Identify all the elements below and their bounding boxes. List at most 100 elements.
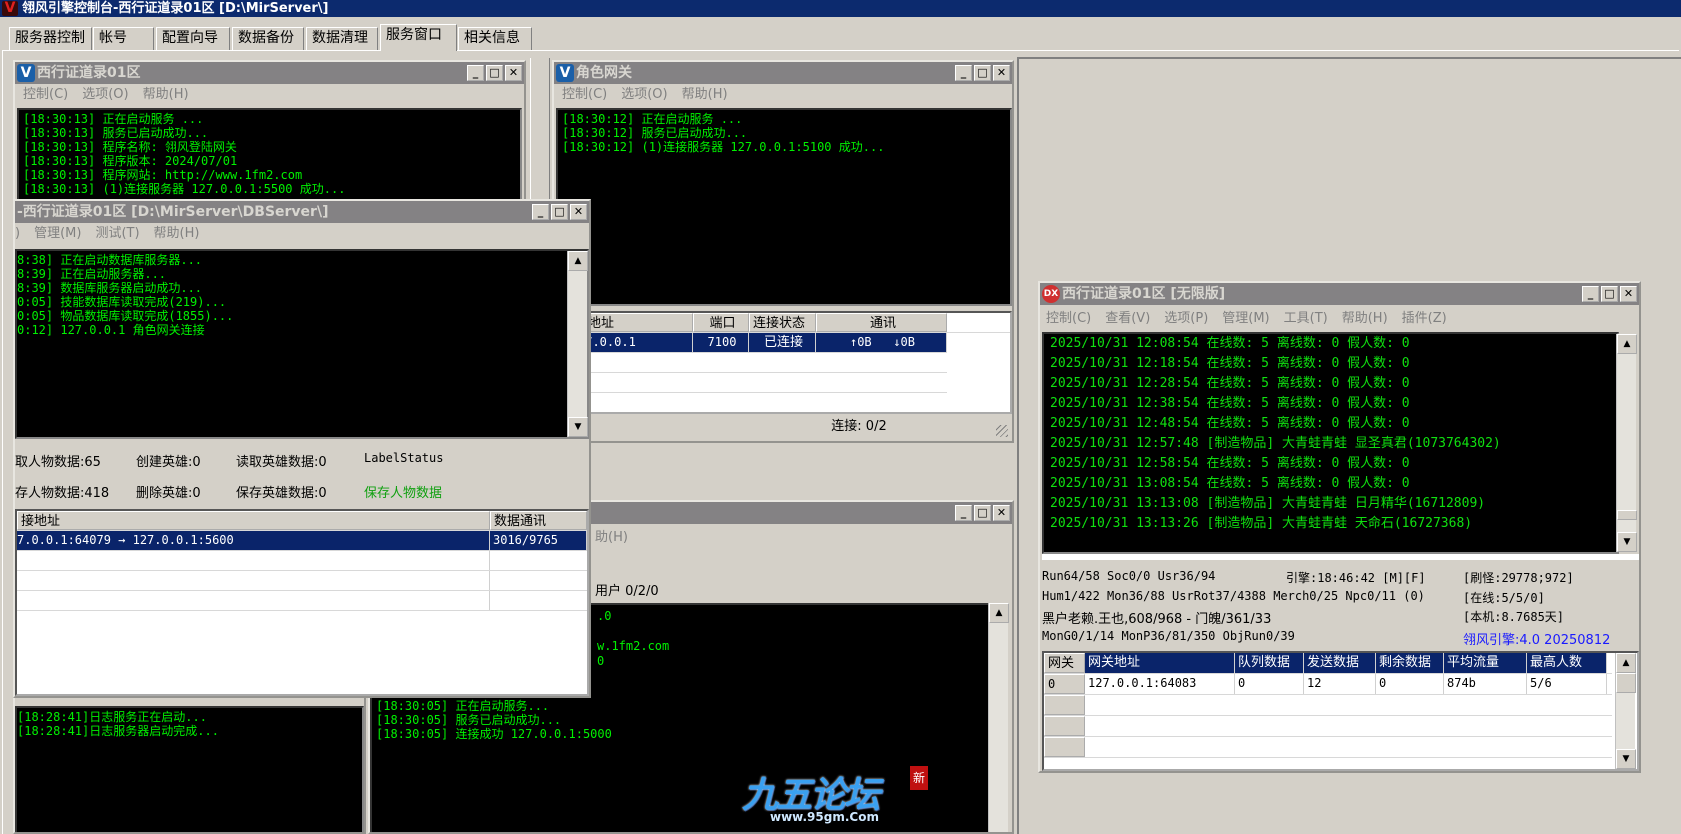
col-comm[interactable]: 通讯 xyxy=(816,313,947,332)
table-row[interactable] xyxy=(558,393,947,412)
tab-related-info[interactable]: 相关信息 xyxy=(458,27,532,50)
gateway-grid: 网关 网关地址 队列数据 发送数据 剩余数据 平均流量 最高人数 0 127.0… xyxy=(1042,651,1639,771)
scrollbar[interactable]: ▲ xyxy=(988,603,1009,832)
close-button[interactable]: ✕ xyxy=(505,65,522,81)
menu-item[interactable]: 查看(V) xyxy=(1105,311,1150,326)
menu-item[interactable]: 工具(T) xyxy=(1284,311,1328,326)
scroll-thumb[interactable] xyxy=(1616,673,1636,693)
log-line: 8:38] 正在启动数据库服务器... xyxy=(17,253,203,267)
col-send-data[interactable]: 发送数据 xyxy=(1304,653,1376,673)
save-chars-link[interactable]: 保存人物数据 xyxy=(364,482,442,501)
menu-item[interactable]: 控制(C) xyxy=(23,87,68,102)
table-row[interactable] xyxy=(1044,716,1612,737)
log-line: 8:39] 数据库服务器启动成功... xyxy=(17,281,203,295)
col-avg-traffic[interactable]: 平均流量 xyxy=(1444,653,1527,673)
table-row[interactable] xyxy=(1044,737,1612,758)
log-line: [18:30:13] 服务已启动成功... xyxy=(23,126,209,140)
close-button[interactable]: ✕ xyxy=(993,65,1010,81)
table-row[interactable]: 27.0.0.1 7100 已连接 ↑0B ↓0B xyxy=(558,333,947,353)
col-gateway[interactable]: 网关 xyxy=(1044,653,1085,673)
v-logo-icon: V xyxy=(17,64,35,82)
col-connection-state[interactable]: 连接状态 xyxy=(749,313,816,332)
menu-item[interactable]: 控制(C) xyxy=(1046,311,1091,326)
tab-server-control[interactable]: 服务器控制 xyxy=(9,27,92,50)
scroll-up-button[interactable]: ▲ xyxy=(989,603,1009,623)
menu-item-help[interactable]: 助(H) xyxy=(595,527,1012,549)
minimize-button[interactable]: _ xyxy=(955,65,972,81)
menu-item[interactable]: 插件(Z) xyxy=(1402,311,1447,326)
log-output: [18:30:13] 正在启动服务 ... [18:30:13] 服务已启动成功.… xyxy=(17,108,522,208)
window-title-bar[interactable]: V 角色网关 _ □ ✕ xyxy=(554,62,1012,84)
menu-item[interactable]: 选项(P) xyxy=(1164,311,1208,326)
minimize-button[interactable]: _ xyxy=(955,505,972,521)
menu-item[interactable]: 选项(O) xyxy=(621,87,667,102)
close-button[interactable]: ✕ xyxy=(570,204,587,220)
col-gateway-address[interactable]: 网关地址 xyxy=(1085,653,1235,673)
cell-remaining: 0 xyxy=(1376,674,1444,694)
scroll-up-button[interactable]: ▲ xyxy=(1616,653,1636,673)
watermark-url: www.95gm.Com xyxy=(770,810,879,824)
scroll-thumb[interactable] xyxy=(1617,510,1637,520)
table-row[interactable]: 0 127.0.0.1:64083 0 12 0 874b 5/6 xyxy=(1044,674,1612,695)
maximize-button[interactable]: □ xyxy=(551,204,568,220)
scrollbar[interactable]: ▲ ▼ xyxy=(1616,334,1637,552)
tab-data-backup[interactable]: 数据备份 xyxy=(232,27,304,50)
engine-version: 翎风引擎:4.0 20250812 xyxy=(1463,633,1611,648)
menu-item[interactable]: 测试(T) xyxy=(95,226,139,241)
table-row[interactable] xyxy=(558,373,947,393)
tab-service-window[interactable]: 服务窗口 xyxy=(380,24,457,51)
connection-list: 接地址 数据通讯 7.0.0.1:64079 → 127.0.0.1:5600 … xyxy=(15,509,589,696)
menu-item[interactable]: ) xyxy=(15,226,20,241)
tab-data-clean[interactable]: 数据清理 xyxy=(306,27,378,50)
col-address[interactable]: 接地址 xyxy=(17,511,490,530)
scrollbar[interactable]: ▲ ▼ xyxy=(1615,653,1636,769)
minimize-button[interactable]: _ xyxy=(532,204,549,220)
maximize-button[interactable]: □ xyxy=(974,505,991,521)
maximize-button[interactable]: □ xyxy=(1601,286,1618,302)
close-button[interactable]: ✕ xyxy=(993,505,1010,521)
table-row[interactable] xyxy=(558,353,947,373)
menu-item[interactable]: 控制(C) xyxy=(562,87,607,102)
col-port[interactable]: 端口 xyxy=(693,313,749,332)
minimize-button[interactable]: _ xyxy=(467,65,484,81)
col-data-comm[interactable]: 数据通讯 xyxy=(490,511,587,530)
table-row[interactable] xyxy=(17,571,587,591)
scroll-down-button[interactable]: ▼ xyxy=(568,417,588,437)
menu-item[interactable]: 帮助(H) xyxy=(682,87,728,102)
save-chars-count: 存人物数据:418 xyxy=(15,486,110,501)
col-max-users[interactable]: 最高人数 xyxy=(1527,653,1607,673)
window-title-bar[interactable]: V 西行证道录01区 _ □ ✕ xyxy=(15,62,524,84)
scroll-down-button[interactable]: ▼ xyxy=(1617,532,1637,552)
window-title: 角色网关 xyxy=(576,65,632,81)
table-row[interactable] xyxy=(1044,695,1612,716)
col-queue-data[interactable]: 队列数据 xyxy=(1235,653,1304,673)
menu-item[interactable]: 管理(M) xyxy=(34,226,81,241)
menu-item[interactable]: 帮助(H) xyxy=(1342,311,1388,326)
tab-config-wizard[interactable]: 配置向导 xyxy=(156,27,230,50)
col-remaining-data[interactable]: 剩余数据 xyxy=(1376,653,1444,673)
menu-item[interactable]: 帮助(H) xyxy=(143,87,189,102)
log-output: [18:30:12] 正在启动服务 ... [18:30:12] 服务已启动成功.… xyxy=(556,108,1012,306)
scrollbar[interactable]: ▲ ▼ xyxy=(567,251,588,437)
table-row[interactable]: 7.0.0.1:64079 → 127.0.0.1:5600 3016/9765 xyxy=(17,531,587,551)
close-button[interactable]: ✕ xyxy=(1620,286,1637,302)
resize-grip-icon[interactable] xyxy=(996,425,1008,437)
menu-item[interactable]: 选项(O) xyxy=(82,87,128,102)
scroll-down-button[interactable]: ▼ xyxy=(1616,749,1636,769)
window-title-bar[interactable]: DX 西行证道录01区 [无限版] _ □ ✕ xyxy=(1040,283,1639,305)
maximize-button[interactable]: □ xyxy=(486,65,503,81)
menu-item[interactable]: 帮助(H) xyxy=(154,226,200,241)
minimize-button[interactable]: _ xyxy=(1582,286,1599,302)
cell-gateway: 0 xyxy=(1044,674,1085,694)
tab-account[interactable]: 帐号 xyxy=(93,27,154,50)
menu-item[interactable]: 管理(M) xyxy=(1222,311,1269,326)
app-title: 翎风引擎控制台-西行证道录01区 [D:\MirServer\] xyxy=(22,1,329,16)
create-hero-count: 创建英雄:0 xyxy=(136,455,201,470)
scroll-up-button[interactable]: ▲ xyxy=(568,251,588,271)
table-row[interactable] xyxy=(17,591,587,611)
table-row[interactable] xyxy=(17,551,587,571)
window-title-bar[interactable]: -西行证道录01区 [D:\MirServer\DBServer\] _ □ ✕ xyxy=(15,201,589,223)
scroll-up-button[interactable]: ▲ xyxy=(1617,334,1637,354)
maximize-button[interactable]: □ xyxy=(974,65,991,81)
log-line: 2025/10/31 12:57:48 [制造物品] 大青蛙青蛙 显圣真君(10… xyxy=(1050,436,1501,451)
